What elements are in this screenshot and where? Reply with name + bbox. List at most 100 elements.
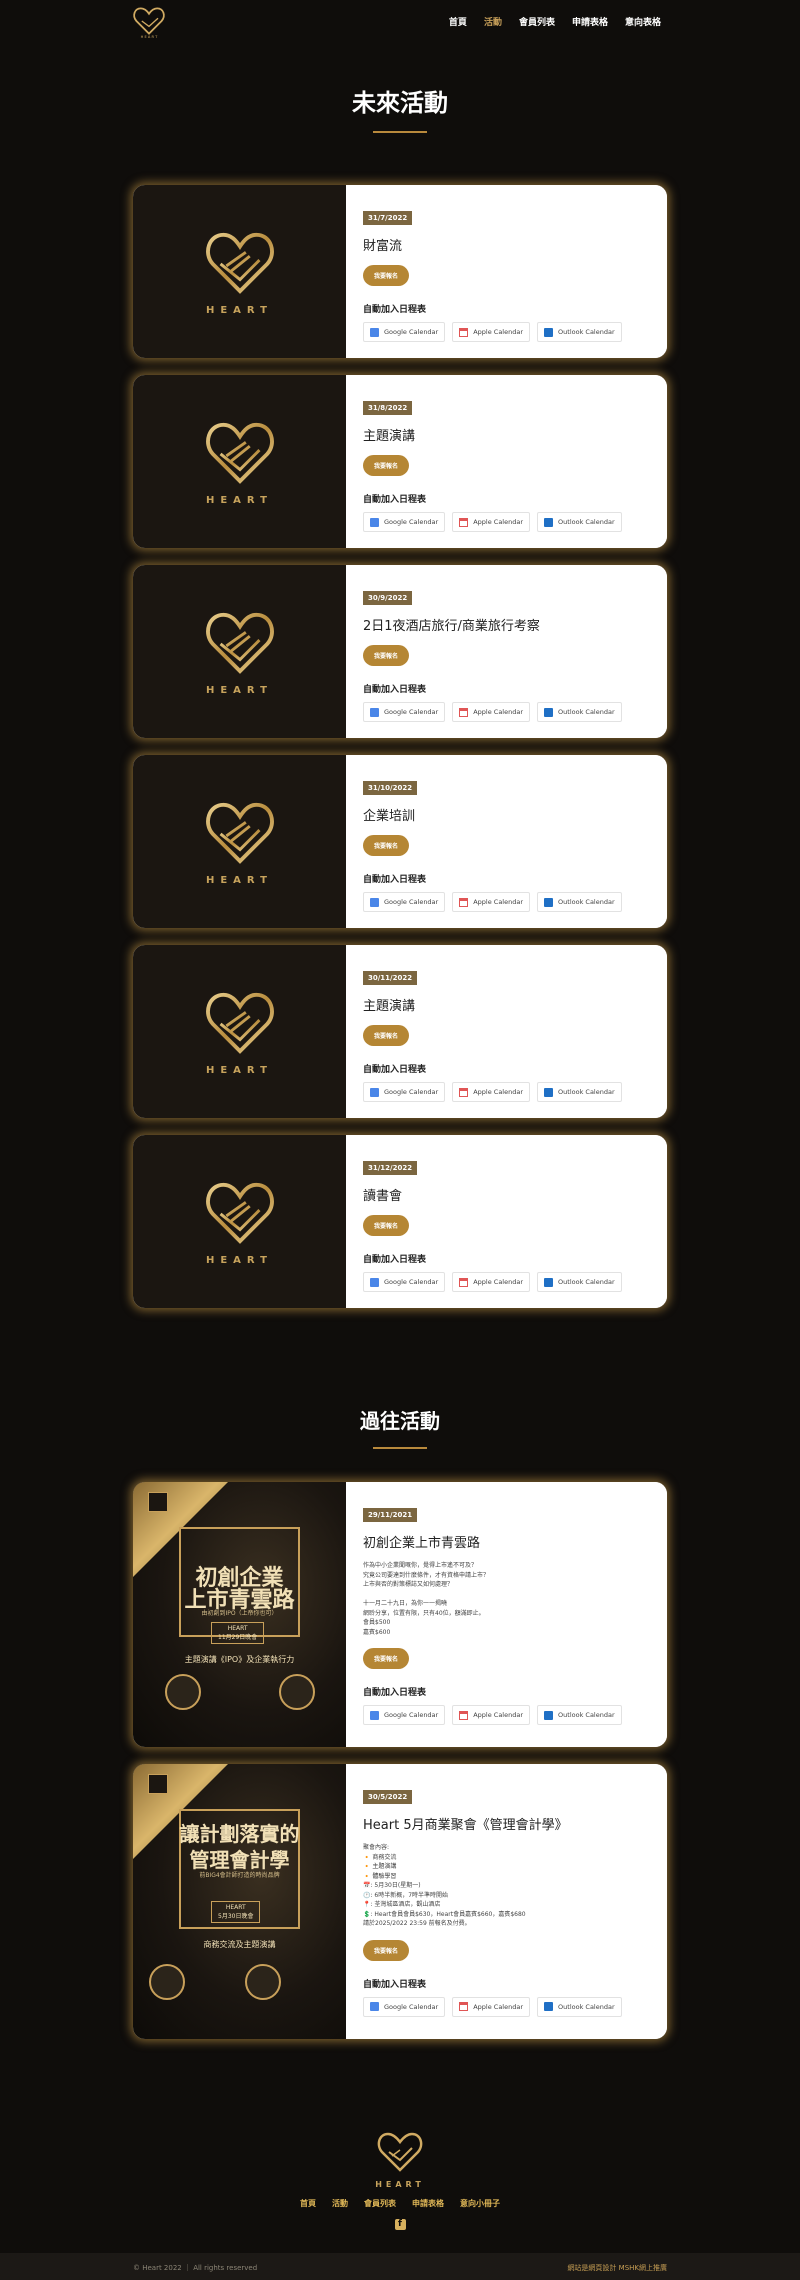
- google-calendar-icon: [370, 327, 379, 337]
- nav-home[interactable]: 首頁: [449, 15, 467, 28]
- event-card: HEART 31/10/2022 企業培訓 我要報名 自動加入日程表 Google Cal…: [133, 755, 667, 928]
- nav-members[interactable]: 會員列表: [519, 15, 555, 28]
- apple-calendar-icon: [459, 1277, 469, 1287]
- speaker-avatar: [165, 1674, 201, 1710]
- outlook-calendar-button[interactable]: Outlook Calendar: [537, 892, 622, 912]
- past-events-list: 初創企業 上市青雲路 由初創到IPO（上帝你也可） HEART 11月29日晚會 主題演講…: [0, 1449, 800, 2039]
- apple-calendar-button[interactable]: Apple Calendar: [452, 1996, 531, 2017]
- apple-calendar-button[interactable]: Apple Calendar: [452, 1082, 531, 1102]
- nav-intention-form[interactable]: 意向表格: [625, 15, 661, 28]
- event-title: 財富流: [363, 239, 403, 254]
- apple-calendar-button[interactable]: Apple Calendar: [452, 1272, 531, 1292]
- signup-button[interactable]: 我要報名: [363, 835, 410, 856]
- credits-link[interactable]: 網站是網頁設計 MSHK網上推廣: [567, 2263, 667, 2273]
- signup-button[interactable]: 我要報名: [363, 1215, 410, 1236]
- signup-button[interactable]: 我要報名: [363, 1939, 410, 1961]
- outlook-calendar-button[interactable]: Outlook Calendar: [537, 1272, 622, 1292]
- google-calendar-button[interactable]: Google Calendar: [363, 322, 446, 342]
- event-date-badge: 31/10/2022: [363, 781, 418, 795]
- google-calendar-button[interactable]: Google Calendar: [363, 1082, 446, 1102]
- google-calendar-button[interactable]: Google Calendar: [363, 892, 446, 912]
- poster-topic: 商務交流及主題演講: [203, 1940, 276, 1949]
- calendar-buttons: Google Calendar Apple Calendar Outlook Cal…: [363, 892, 650, 912]
- calendar-heading: 自動加入日程表: [363, 495, 427, 505]
- outlook-calendar-button[interactable]: Outlook Calendar: [537, 702, 622, 722]
- heart-logo-icon: [201, 607, 279, 677]
- event-poster: HEART: [133, 185, 346, 358]
- event-card: HEART 30/9/2022 2日1夜酒店旅行/商業旅行考察我要報名自動加入日程表…: [133, 565, 667, 738]
- calendar-buttons: Google Calendar Apple Calendar Outlook Cal…: [363, 702, 650, 722]
- event-poster: 讓計劃落實的 管理會計學 前BIG4會計師打造的時尚品牌 HEART 5月30日晚會 商務…: [133, 1764, 346, 2039]
- footer-bottom-bar: © Heart 2022 ｜ All rights reserved 網站是網頁…: [0, 2253, 800, 2280]
- event-date-badge: 30/9/2022: [363, 591, 413, 605]
- apple-calendar-button[interactable]: Apple Calendar: [452, 892, 531, 912]
- event-info: 30/9/2022 2日1夜酒店旅行/商業旅行考察我要報名自動加入日程表 Googl…: [346, 565, 667, 738]
- google-calendar-icon: [370, 897, 379, 907]
- event-card: HEART 31/12/2022 讀書會 我要報名 自動加入日程表 Google Cale…: [133, 1135, 667, 1308]
- google-calendar-button[interactable]: Google Calendar: [363, 702, 446, 722]
- footer-nav-members[interactable]: 會員列表: [364, 2198, 396, 2209]
- calendar-heading: 自動加入日程表: [363, 685, 427, 695]
- speaker-avatar: [245, 1964, 281, 2000]
- heart-logo-icon: [201, 1177, 279, 1247]
- footer-nav-home[interactable]: 首頁: [300, 2198, 316, 2209]
- google-calendar-icon: [370, 517, 379, 527]
- heart-logo-icon[interactable]: H E A R T: [131, 3, 167, 39]
- apple-calendar-button[interactable]: Apple Calendar: [452, 512, 531, 532]
- calendar-heading: 自動加入日程表: [363, 305, 427, 315]
- event-title: 2日1夜酒店旅行/商業旅行考察: [363, 619, 540, 634]
- signup-button[interactable]: 我要報名: [363, 1025, 410, 1046]
- calendar-buttons: Google Calendar Apple Calendar Outlook Cal…: [363, 1272, 650, 1292]
- outlook-calendar-button[interactable]: Outlook Calendar: [537, 512, 622, 532]
- google-calendar-button[interactable]: Google Calendar: [363, 512, 446, 532]
- outlook-calendar-button[interactable]: Outlook Calendar: [537, 322, 622, 342]
- event-poster: HEART: [133, 565, 346, 738]
- calendar-heading: 自動加入日程表: [363, 875, 427, 885]
- heart-logo-icon: [201, 227, 279, 297]
- signup-button[interactable]: 我要報名: [363, 645, 410, 666]
- event-title: 企業培訓: [363, 809, 416, 824]
- footer-nav-brochure[interactable]: 意向小冊子: [460, 2198, 500, 2209]
- event-poster: HEART: [133, 375, 346, 548]
- calendar-heading: 自動加入日程表: [363, 1255, 427, 1265]
- signup-button[interactable]: 我要報名: [363, 455, 410, 476]
- heart-logo-icon: [201, 417, 279, 487]
- google-calendar-button[interactable]: Google Calendar: [363, 1996, 446, 2017]
- signup-button[interactable]: 我要報名: [363, 265, 410, 286]
- outlook-calendar-icon: [544, 707, 554, 717]
- nav-application-form[interactable]: 申請表格: [572, 15, 608, 28]
- event-title: 讀書會: [363, 1189, 403, 1204]
- calendar-buttons: Google Calendar Apple Calendar Outlook Cal…: [363, 322, 650, 342]
- poster-brand-name: HEART: [205, 685, 273, 696]
- calendar-heading: 自動加入日程表: [363, 1065, 427, 1075]
- speaker-avatar: [149, 1964, 185, 2000]
- signup-button[interactable]: 我要報名: [363, 1648, 410, 1669]
- apple-calendar-button[interactable]: Apple Calendar: [452, 322, 531, 342]
- footer-nav-events[interactable]: 活動: [332, 2198, 348, 2209]
- heart-logo-icon: [148, 1492, 168, 1512]
- apple-calendar-button[interactable]: Apple Calendar: [452, 702, 531, 722]
- apple-calendar-icon: [459, 897, 469, 907]
- poster-brand-name: HEART: [205, 1065, 273, 1076]
- footer-nav: 首頁 活動 會員列表 申請表格 意向小冊子: [0, 2198, 800, 2209]
- event-title: 主題演講: [363, 999, 416, 1014]
- event-poster: 初創企業 上市青雲路 由初創到IPO（上帝你也可） HEART 11月29日晚會 主題演講…: [133, 1482, 346, 1747]
- outlook-calendar-button[interactable]: Outlook Calendar: [537, 1082, 622, 1102]
- poster-topic: 主題演講《IPO》及企業執行力: [184, 1655, 295, 1664]
- outlook-calendar-button[interactable]: Outlook Calendar: [537, 1996, 622, 2017]
- facebook-icon[interactable]: f: [394, 2219, 406, 2230]
- apple-calendar-button[interactable]: Apple Calendar: [452, 1705, 531, 1725]
- footer-brand-name: HEART: [375, 2180, 425, 2189]
- nav-events[interactable]: 活動: [484, 15, 502, 28]
- google-calendar-button[interactable]: Google Calendar: [363, 1705, 446, 1725]
- footer-nav-application-form[interactable]: 申請表格: [412, 2198, 444, 2209]
- calendar-buttons: Google Calendar Apple Calendar Outlook Cal…: [363, 1082, 650, 1102]
- poster-subtitle: 前BIG4會計師打造的時尚品牌: [199, 1872, 280, 1879]
- outlook-calendar-icon: [544, 517, 554, 527]
- event-card: HEART 30/11/2022 主題演講 我要報名 自動加入日程表 Google Cal…: [133, 945, 667, 1118]
- outlook-calendar-button[interactable]: Outlook Calendar: [537, 1705, 622, 1725]
- heart-logo-icon[interactable]: [374, 2126, 426, 2174]
- calendar-heading: 自動加入日程表: [363, 1979, 427, 1990]
- outlook-calendar-icon: [544, 327, 554, 337]
- google-calendar-button[interactable]: Google Calendar: [363, 1272, 446, 1292]
